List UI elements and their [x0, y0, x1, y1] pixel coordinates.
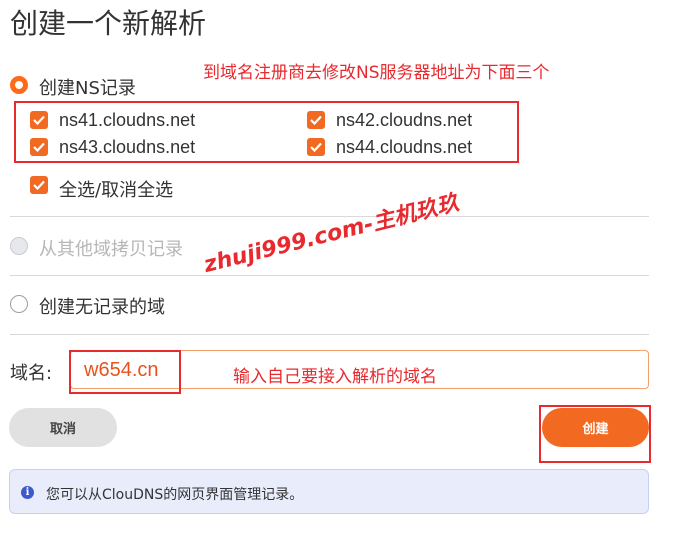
ns-label: ns41.cloudns.net [59, 110, 196, 130]
checkbox-checked-icon[interactable] [30, 138, 48, 156]
ns-checkbox-item[interactable]: ns42.cloudns.net [307, 110, 547, 133]
watermark-text: zhuji999.com-主机玖玖 [201, 190, 462, 279]
ns-checkbox-item[interactable]: ns41.cloudns.net [30, 110, 270, 133]
cancel-button[interactable]: 取消 [9, 408, 117, 447]
select-all-label: 全选/取消全选 [59, 180, 174, 201]
page-title: 创建一个新解析 [10, 7, 207, 40]
option-create-ns-label: 创建NS记录 [39, 78, 136, 99]
checkbox-checked-icon[interactable] [307, 111, 325, 129]
divider [10, 275, 649, 276]
ns-label: ns43.cloudns.net [59, 137, 196, 157]
option-copy-from-other-label: 从其他域拷贝记录 [39, 239, 183, 260]
option-create-empty[interactable]: 创建无记录的域 [10, 293, 310, 318]
option-create-empty-label: 创建无记录的域 [39, 297, 165, 318]
domain-field-label: 域名: [10, 363, 53, 384]
info-alert: i 您可以从ClouDNS的网页界面管理记录。 [9, 469, 649, 514]
domain-annotation-note: 输入自己要接入解析的域名 [233, 367, 437, 387]
radio-create-empty[interactable] [10, 295, 28, 313]
info-icon: i [21, 486, 34, 499]
divider [10, 334, 649, 335]
select-all-checkbox-item[interactable]: 全选/取消全选 [30, 176, 270, 201]
ns-label: ns42.cloudns.net [336, 110, 473, 130]
ns-checkbox-item[interactable]: ns43.cloudns.net [30, 137, 270, 160]
checkbox-checked-icon[interactable] [30, 111, 48, 129]
info-text: 您可以从ClouDNS的网页界面管理记录。 [46, 487, 304, 503]
create-button[interactable]: 创建 [542, 408, 649, 447]
ns-checkbox-item[interactable]: ns44.cloudns.net [307, 137, 547, 160]
ns-label: ns44.cloudns.net [336, 137, 473, 157]
radio-create-ns[interactable] [10, 76, 28, 94]
checkbox-checked-icon[interactable] [307, 138, 325, 156]
checkbox-checked-icon[interactable] [30, 176, 48, 194]
domain-value-highlight-box [69, 350, 181, 394]
radio-copy-from-other[interactable] [10, 237, 28, 255]
option-create-ns[interactable]: 创建NS记录 [10, 74, 310, 99]
